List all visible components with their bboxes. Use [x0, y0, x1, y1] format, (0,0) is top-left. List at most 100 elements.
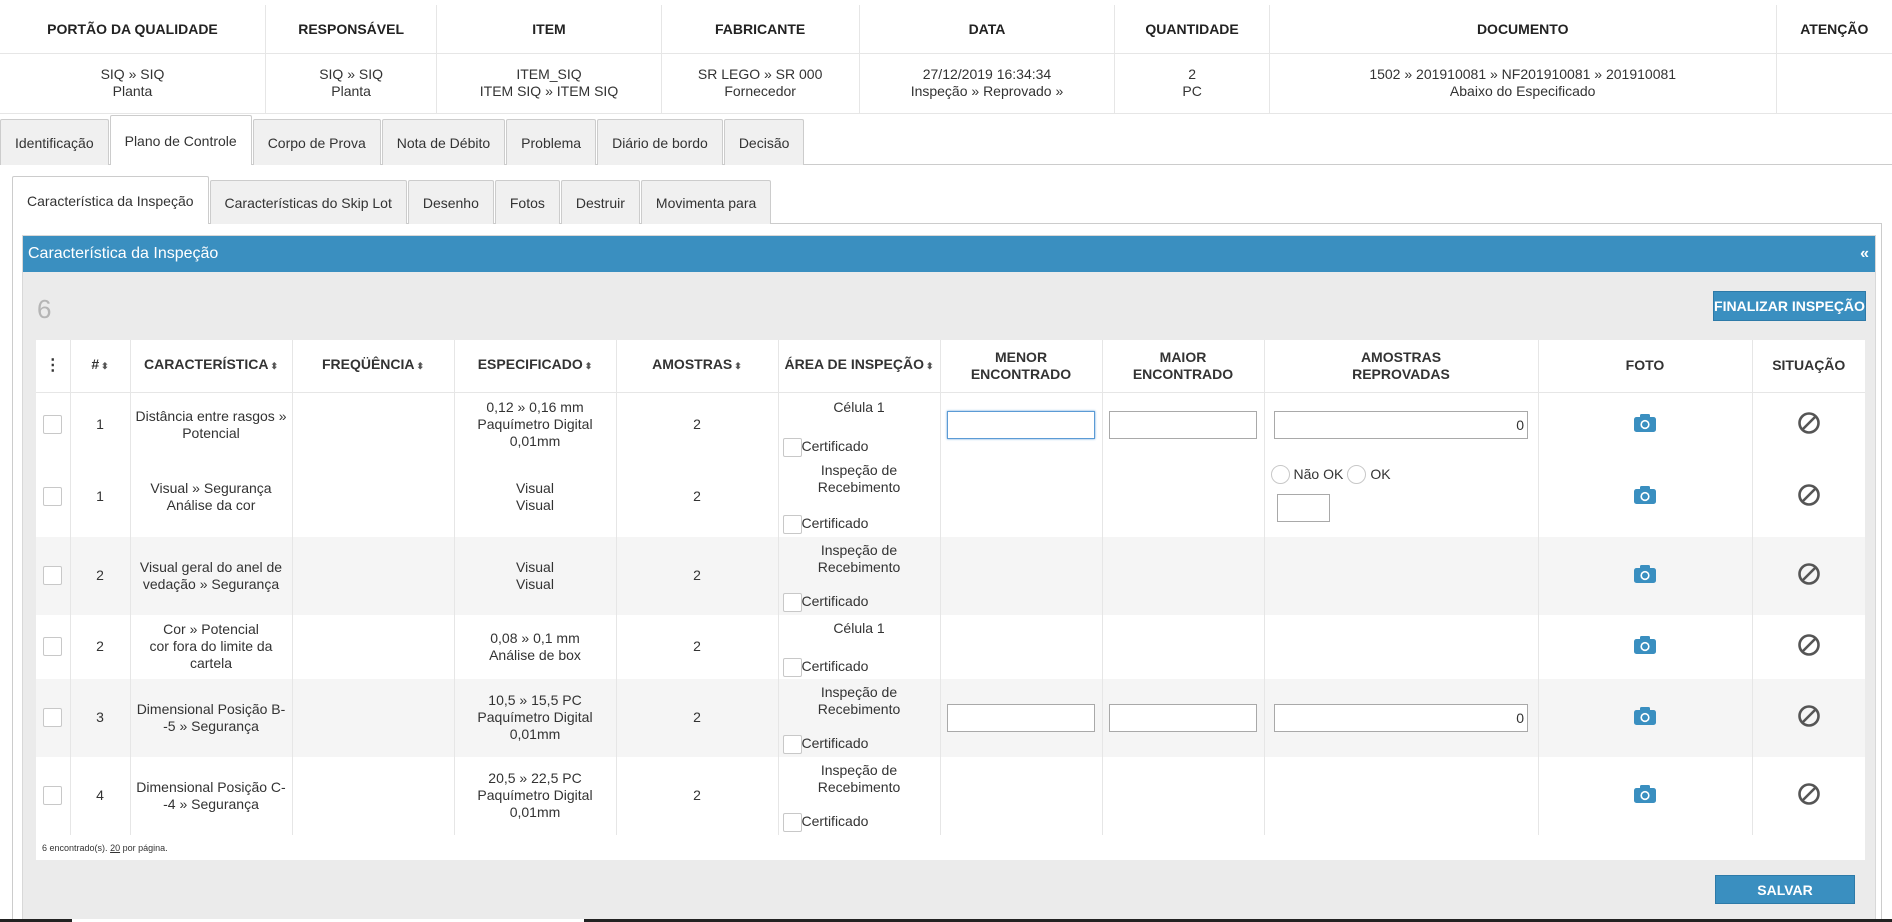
column-area[interactable]: ÁREA DE INSPEÇÃO ⬍	[778, 340, 941, 393]
ban-icon[interactable]	[1797, 562, 1821, 586]
sort-icon: ⬍	[925, 361, 934, 372]
tab-decisao[interactable]: Decisão	[723, 119, 805, 165]
row-checkbox[interactable]	[43, 415, 63, 434]
menor-encontrado-input[interactable]	[947, 410, 1095, 439]
text-line: Análise da cor	[166, 496, 256, 513]
value-portao: SIQ » SIQ Planta	[0, 53, 266, 114]
certificado-label: Certificado	[801, 514, 869, 531]
menor-encontrado-input[interactable]	[947, 703, 1095, 732]
certificado-checkbox[interactable]	[782, 514, 802, 534]
per-page-link[interactable]: 20	[110, 843, 120, 853]
tab-fotos[interactable]: Fotos	[494, 180, 560, 224]
column-menor-l1: MENOR	[994, 348, 1048, 365]
row-amostras: 2	[616, 456, 779, 537]
row-situacao	[1752, 678, 1865, 757]
found-count: 6 encontrado(s).	[42, 843, 108, 853]
ban-icon[interactable]	[1797, 782, 1821, 806]
certificado-checkbox[interactable]	[782, 812, 802, 832]
row-checkbox[interactable]	[43, 487, 63, 506]
row-foto	[1538, 678, 1753, 757]
text-line: 0,01mm	[509, 726, 561, 742]
amostras-reprovadas-input[interactable]: 0	[1274, 410, 1528, 439]
row-especificado: 0,12 » 0,16 mm Paquímetro Digital 0,01mm	[454, 392, 617, 457]
text-line: Cor » Potencial	[163, 621, 259, 637]
column-situacao: SITUAÇÃO	[1752, 340, 1865, 393]
table-row: 1 Visual » Segurança Análise da cor Visua…	[36, 456, 1865, 537]
header-item: ITEM	[436, 5, 662, 54]
certificado-checkbox[interactable]	[782, 734, 802, 754]
column-num-label: #	[91, 356, 100, 373]
column-foto: FOTO	[1538, 340, 1753, 393]
row-especificado: Visual Visual	[454, 456, 617, 537]
row-num: 1	[70, 456, 131, 537]
tab-problema[interactable]: Problema	[506, 119, 597, 165]
certificado-checkbox[interactable]	[782, 657, 802, 677]
tab-skip-lot[interactable]: Características do Skip Lot	[209, 180, 407, 224]
column-especificado[interactable]: ESPECIFICADO ⬍	[454, 340, 617, 393]
radio-ok[interactable]	[1347, 464, 1367, 484]
value-line: ITEM SIQ » ITEM SIQ	[479, 83, 619, 99]
column-caracteristica[interactable]: CARACTERÍSTICA ⬍	[130, 340, 293, 393]
radio-nao-ok[interactable]	[1270, 464, 1290, 484]
text-line: 0,01mm	[509, 804, 561, 820]
ban-icon[interactable]	[1797, 633, 1821, 657]
column-menu-icon[interactable]: ⋮	[45, 357, 61, 374]
certificado-label: Certificado	[801, 657, 869, 674]
camera-icon[interactable]	[1634, 413, 1656, 432]
row-reprovadas: 0	[1264, 678, 1539, 757]
row-maior	[1102, 756, 1265, 835]
row-select-cell	[36, 678, 71, 757]
tab-caracteristica-inspecao[interactable]: Característica da Inspeção	[12, 176, 209, 224]
value-fabricante: SR LEGO » SR 000 Fornecedor	[661, 53, 860, 114]
column-amostras[interactable]: AMOSTRAS ⬍	[616, 340, 779, 393]
tab-corpo-de-prova[interactable]: Corpo de Prova	[252, 119, 381, 165]
tab-destruir[interactable]: Destruir	[560, 180, 640, 224]
camera-icon[interactable]	[1634, 635, 1656, 654]
row-checkbox[interactable]	[43, 637, 63, 656]
amostras-reprovadas-input[interactable]: 0	[1274, 703, 1528, 732]
inspection-grid: ⋮ # ⬍ CARACTERÍSTICA ⬍ FREQÜÊNCIA ⬍ ESPECIF…	[36, 340, 1865, 860]
row-amostras: 2	[616, 392, 779, 457]
column-num[interactable]: # ⬍	[70, 340, 131, 393]
certificado-checkbox[interactable]	[782, 592, 802, 612]
save-button[interactable]: SALVAR	[1715, 875, 1855, 904]
tab-nota-de-debito[interactable]: Nota de Débito	[381, 119, 506, 165]
collapse-button[interactable]: «	[1860, 245, 1869, 263]
row-checkbox[interactable]	[43, 786, 63, 805]
text-line: Paquímetro Digital	[477, 416, 593, 432]
certificado-checkbox[interactable]	[782, 437, 802, 457]
tab-plano-de-controle[interactable]: Plano de Controle	[109, 115, 252, 165]
row-frequencia	[292, 678, 455, 757]
camera-icon[interactable]	[1634, 485, 1656, 504]
row-caracteristica: Visual geral do anel de vedação » Seguran…	[130, 536, 293, 615]
camera-icon[interactable]	[1634, 564, 1656, 583]
column-frequencia[interactable]: FREQÜÊNCIA ⬍	[292, 340, 455, 393]
pagination-info: 6 encontrado(s). 20 por página.	[42, 843, 168, 853]
finalize-inspection-button[interactable]: FINALIZAR INSPEÇÃO	[1713, 291, 1866, 321]
ban-icon[interactable]	[1797, 704, 1821, 728]
camera-icon[interactable]	[1634, 706, 1656, 725]
row-checkbox[interactable]	[43, 566, 63, 585]
row-foto	[1538, 392, 1753, 457]
maior-encontrado-input[interactable]	[1109, 703, 1257, 732]
ban-icon[interactable]	[1797, 483, 1821, 507]
row-menor	[940, 614, 1103, 679]
column-reprovadas: AMOSTRAS REPROVADAS	[1264, 340, 1539, 393]
tab-desenho[interactable]: Desenho	[407, 180, 494, 224]
tab-identificacao[interactable]: Identificação	[0, 119, 109, 165]
row-area: Inspeção de Recebimento Certificado	[778, 456, 941, 537]
value-line: SR LEGO » SR 000	[697, 66, 823, 82]
maior-encontrado-input[interactable]	[1109, 410, 1257, 439]
row-select-cell	[36, 392, 71, 457]
row-menor	[940, 678, 1103, 757]
ban-icon[interactable]	[1797, 411, 1821, 435]
row-checkbox[interactable]	[43, 708, 63, 727]
tab-movimenta-para[interactable]: Movimenta para	[640, 180, 772, 224]
sub-tabs: Característica da Inspeção Característic…	[12, 176, 772, 224]
tab-diario-de-bordo[interactable]: Diário de bordo	[597, 119, 723, 165]
reprovadas-small-input[interactable]	[1276, 493, 1330, 522]
column-reprovadas-l2: REPROVADAS	[1352, 365, 1450, 382]
column-menu[interactable]: ⋮	[36, 340, 71, 393]
camera-icon[interactable]	[1634, 784, 1656, 803]
value-quantidade: 2 PC	[1114, 53, 1270, 114]
